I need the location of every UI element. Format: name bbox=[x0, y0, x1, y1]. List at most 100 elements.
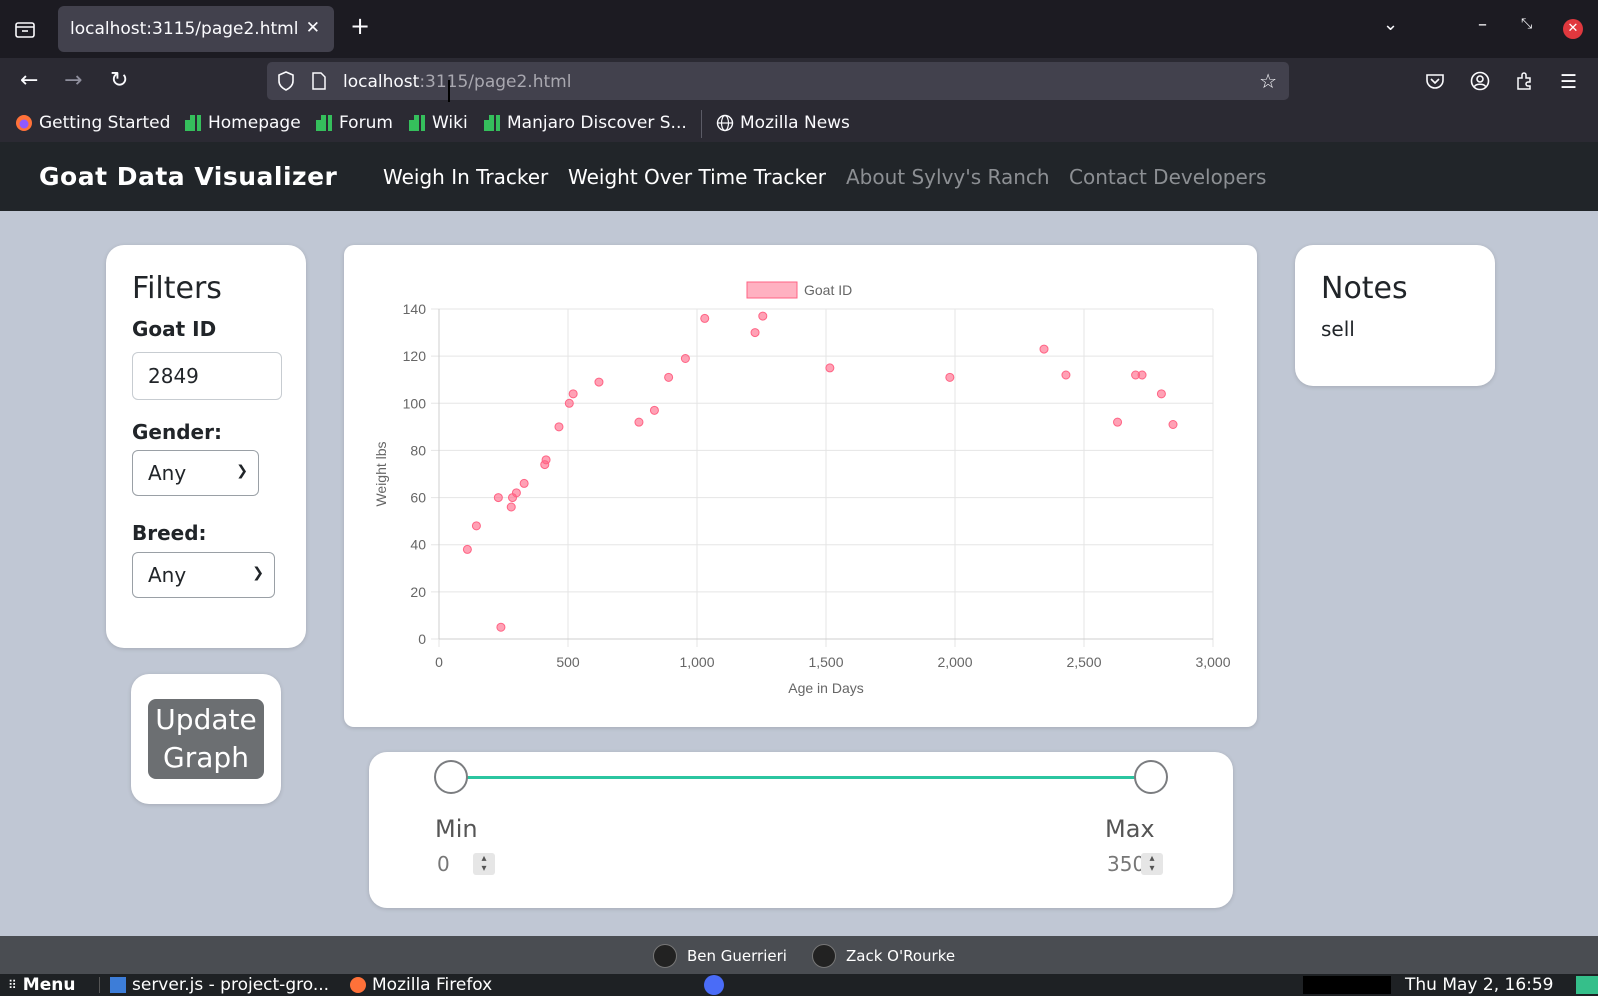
taskbar-item-editor[interactable]: server.js - project-gro... bbox=[110, 974, 329, 996]
page-footer: Ben Guerrieri Zack O'Rourke bbox=[0, 936, 1598, 974]
apps-grid-icon: ⠿ bbox=[8, 978, 17, 992]
chevron-down-icon: ❯ bbox=[252, 565, 264, 581]
bookmark-getting-started[interactable]: Getting Started bbox=[15, 113, 170, 133]
data-point bbox=[634, 417, 644, 427]
gender-select-value: Any bbox=[148, 461, 187, 485]
browser-tab[interactable]: localhost:3115/page2.html ✕ bbox=[58, 6, 334, 52]
bookmark-mozilla-news[interactable]: Mozilla News bbox=[716, 113, 850, 133]
tray-indicator bbox=[1303, 974, 1391, 996]
minimize-icon[interactable]: – bbox=[1478, 14, 1487, 35]
goat-id-label: Goat ID bbox=[132, 317, 217, 341]
url-host: localhost bbox=[343, 72, 420, 92]
tray-status-indicator bbox=[1576, 974, 1598, 996]
nav-weight-over-time-tracker[interactable]: Weight Over Time Tracker bbox=[568, 165, 826, 189]
manjaro-icon bbox=[408, 114, 426, 132]
data-point bbox=[1168, 420, 1178, 429]
bookmark-label: Homepage bbox=[208, 113, 301, 133]
page-info-icon[interactable] bbox=[311, 72, 327, 94]
notes-card: Notes sell bbox=[1295, 245, 1495, 386]
credit-name: Ben Guerrieri bbox=[687, 947, 787, 965]
nav-about-ranch[interactable]: About Sylvy's Ranch bbox=[846, 165, 1050, 189]
github-icon bbox=[812, 944, 836, 968]
range-min-input[interactable]: 0 bbox=[437, 852, 450, 876]
bookmark-label: Manjaro Discover S... bbox=[507, 113, 687, 133]
y-tick-label: 120 bbox=[403, 348, 427, 364]
tracking-shield-icon[interactable] bbox=[277, 71, 295, 95]
x-tick-label: 2,500 bbox=[1066, 654, 1101, 670]
x-tick-label: 3,000 bbox=[1195, 654, 1230, 670]
data-point bbox=[1156, 389, 1166, 399]
back-icon[interactable]: ← bbox=[20, 70, 38, 92]
reload-icon[interactable]: ↻ bbox=[110, 70, 128, 92]
window-close-icon[interactable]: ✕ bbox=[1563, 19, 1583, 39]
pocket-icon[interactable] bbox=[1425, 71, 1445, 96]
update-graph-button[interactable]: Update Graph bbox=[148, 699, 264, 779]
gender-select[interactable]: Any ❯ bbox=[132, 450, 259, 496]
gender-label: Gender: bbox=[132, 420, 222, 444]
max-spinner-icon[interactable]: ▴ ▾ bbox=[1141, 853, 1163, 875]
breed-select[interactable]: Any ❯ bbox=[132, 552, 275, 598]
new-tab-icon[interactable]: + bbox=[350, 14, 370, 38]
taskbar-separator bbox=[99, 977, 100, 993]
bookmarks-toolbar: Getting Started Homepage Forum Wiki Manj… bbox=[0, 106, 1598, 142]
data-point bbox=[750, 328, 760, 338]
y-tick-label: 40 bbox=[410, 537, 426, 553]
bookmark-label: Getting Started bbox=[39, 113, 171, 133]
tray-green-block bbox=[1576, 976, 1598, 994]
forward-icon[interactable]: → bbox=[64, 70, 82, 92]
bookmark-star-icon[interactable]: ☆ bbox=[1259, 69, 1277, 93]
os-taskbar: ⠿ Menu server.js - project-gro... Mozill… bbox=[0, 974, 1598, 996]
range-max-input[interactable]: 350 bbox=[1107, 852, 1145, 876]
hamburger-menu-icon[interactable]: ☰ bbox=[1560, 71, 1577, 93]
bookmark-label: Wiki bbox=[432, 113, 468, 133]
data-point bbox=[496, 622, 506, 632]
restore-icon[interactable]: ⤡ bbox=[1521, 16, 1532, 32]
close-tab-icon[interactable]: ✕ bbox=[306, 18, 320, 38]
goat-id-input[interactable]: 2849 bbox=[132, 352, 282, 400]
credit-zack[interactable]: Zack O'Rourke bbox=[812, 944, 955, 968]
range-slider-max-handle[interactable] bbox=[1134, 760, 1168, 794]
range-slider-track[interactable] bbox=[451, 776, 1151, 779]
bookmark-label: Mozilla News bbox=[740, 113, 850, 133]
y-tick-label: 80 bbox=[410, 442, 426, 458]
bookmark-wiki[interactable]: Wiki bbox=[408, 113, 468, 133]
range-max-label: Max bbox=[1105, 815, 1155, 843]
start-menu-button[interactable]: ⠿ Menu bbox=[8, 974, 75, 996]
address-bar[interactable]: localhost:3115/page2.html ☆ bbox=[267, 62, 1289, 100]
github-icon bbox=[653, 944, 677, 968]
data-point bbox=[1137, 370, 1147, 380]
min-spinner-icon[interactable]: ▴ ▾ bbox=[473, 853, 495, 875]
main-content: Filters Goat ID 2849 Gender: Any ❯ Breed… bbox=[0, 211, 1598, 936]
globe-icon bbox=[716, 114, 734, 132]
breed-select-value: Any bbox=[148, 563, 187, 587]
nav-contact-developers[interactable]: Contact Developers bbox=[1069, 165, 1266, 189]
data-point bbox=[493, 493, 503, 503]
manjaro-icon bbox=[184, 114, 202, 132]
bookmark-manjaro-discover[interactable]: Manjaro Discover S... bbox=[483, 113, 687, 133]
bookmark-forum[interactable]: Forum bbox=[315, 113, 393, 133]
tray-circle-icon bbox=[704, 975, 724, 995]
bookmark-homepage[interactable]: Homepage bbox=[184, 113, 301, 133]
data-point bbox=[519, 478, 529, 488]
account-icon[interactable] bbox=[1470, 71, 1490, 96]
notes-title: Notes bbox=[1321, 271, 1408, 306]
taskbar-item-firefox[interactable]: Mozilla Firefox bbox=[350, 974, 492, 996]
y-tick-label: 60 bbox=[410, 490, 426, 506]
data-point bbox=[462, 544, 472, 554]
extensions-icon[interactable] bbox=[1515, 71, 1535, 96]
credit-ben[interactable]: Ben Guerrieri bbox=[653, 944, 787, 968]
tab-overflow-chevron-icon[interactable]: ⌄ bbox=[1383, 14, 1398, 35]
taskbar-clock[interactable]: Thu May 2, 16:59 bbox=[1405, 974, 1554, 996]
data-point bbox=[1061, 370, 1071, 380]
tab-list-icon[interactable] bbox=[14, 18, 36, 40]
data-point bbox=[554, 422, 564, 432]
range-slider-min-handle[interactable] bbox=[434, 760, 468, 794]
chevron-down-icon: ❯ bbox=[236, 463, 248, 479]
tray-black-box bbox=[1303, 976, 1391, 994]
tray-app-icon[interactable] bbox=[704, 974, 724, 996]
nav-weigh-in-tracker[interactable]: Weigh In Tracker bbox=[383, 165, 548, 189]
app-brand[interactable]: Goat Data Visualizer bbox=[39, 162, 337, 191]
notes-text: sell bbox=[1321, 317, 1355, 341]
manjaro-icon bbox=[483, 114, 501, 132]
y-tick-label: 20 bbox=[410, 584, 426, 600]
